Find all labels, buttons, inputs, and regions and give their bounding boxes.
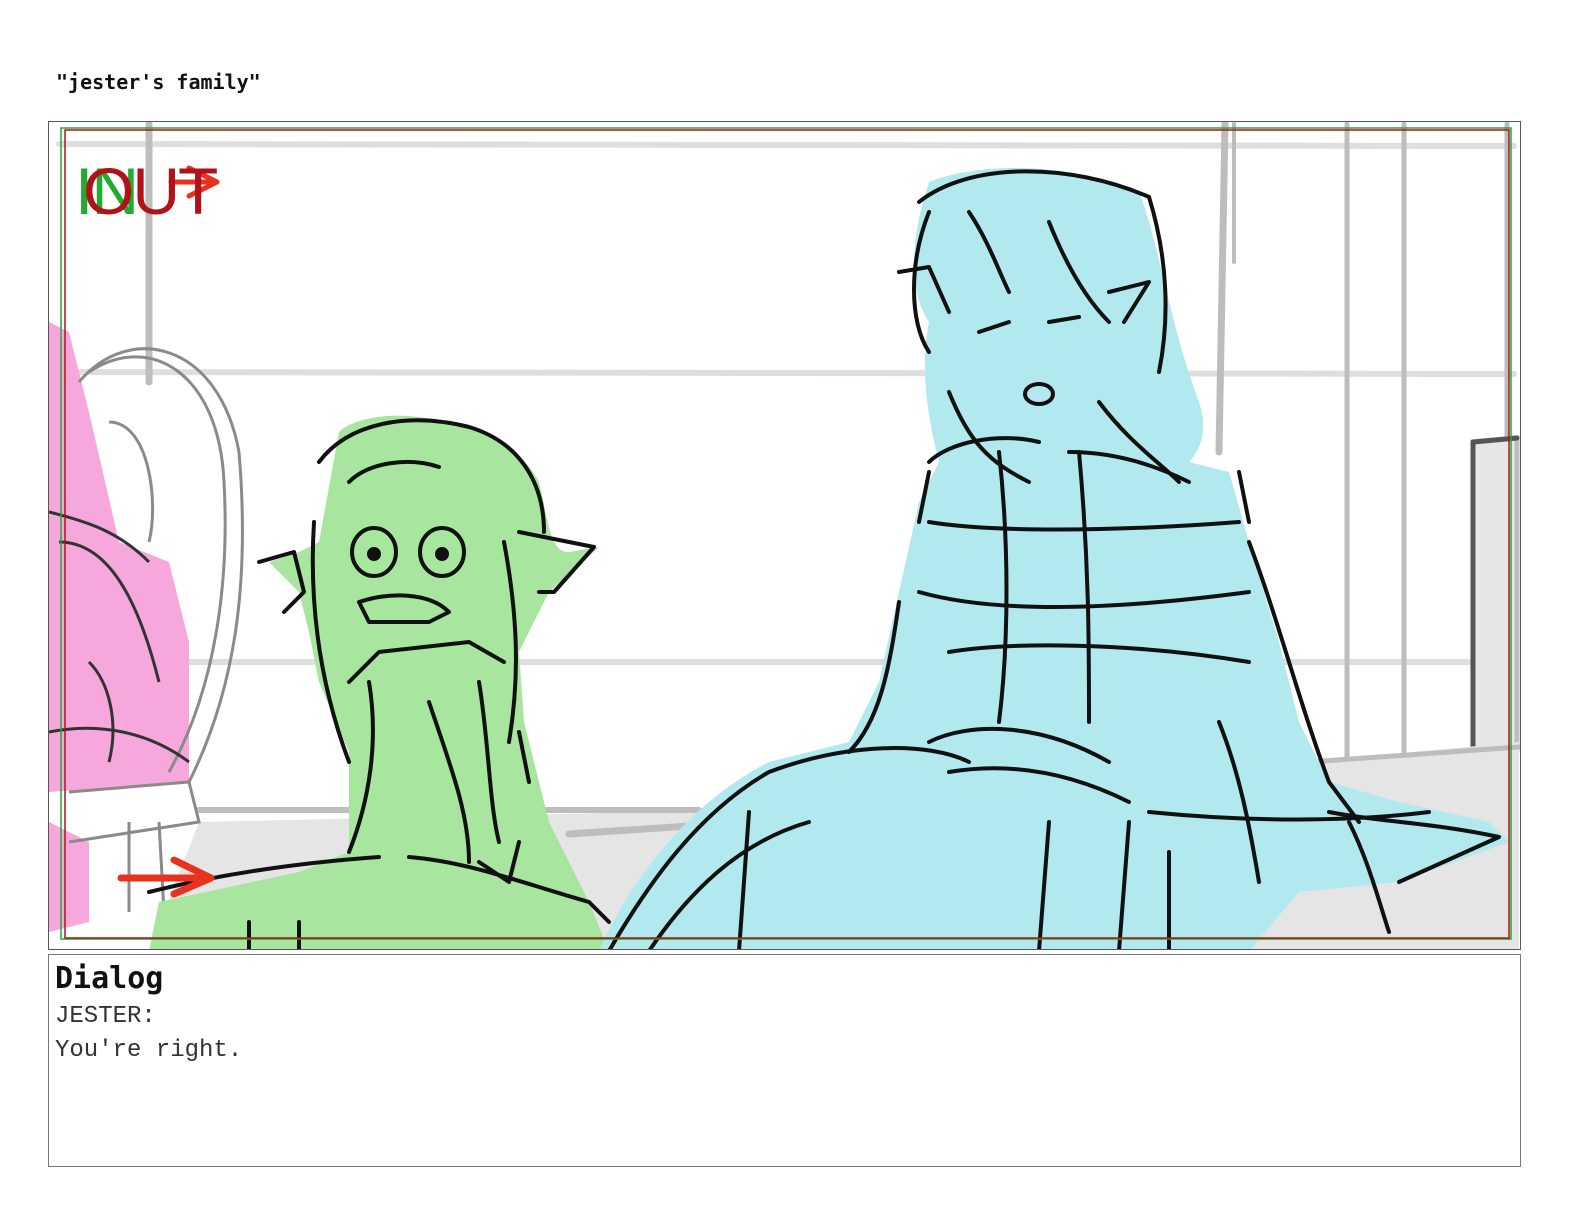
scene-title: "jester's family" (56, 70, 261, 94)
panel-sketch (49, 122, 1520, 949)
storyboard-panel: IN OUT (48, 121, 1521, 950)
dialog-heading: Dialog (55, 961, 164, 996)
transition-out-label: OUT (83, 154, 218, 228)
blue-character-sketch (599, 168, 1509, 949)
dialog-speaker: JESTER: (55, 1003, 156, 1030)
dialog-line: You're right. (55, 1037, 243, 1064)
transition-markers: IN OUT (75, 158, 275, 238)
dialog-box: Dialog JESTER: You're right. (48, 954, 1521, 1167)
